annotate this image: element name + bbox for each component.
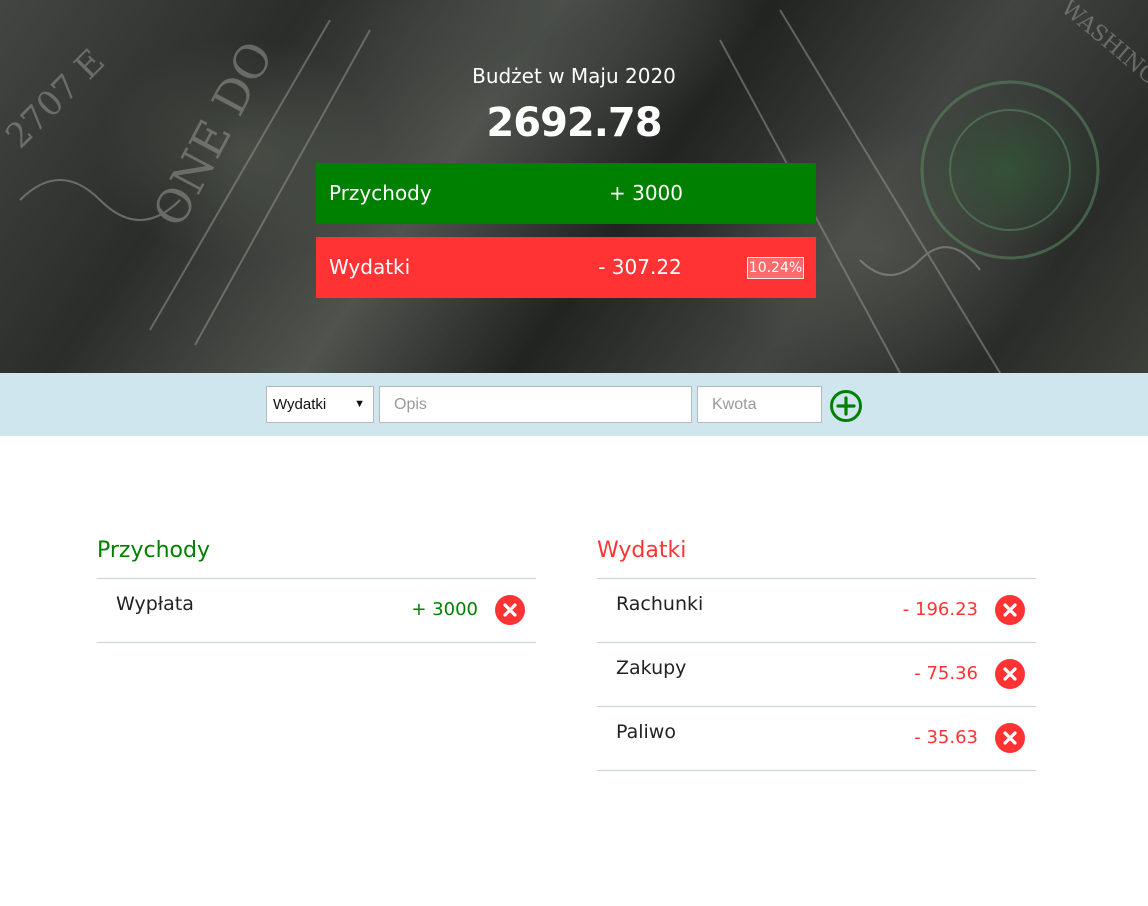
list-item: Wypłata + 3000 (97, 579, 536, 643)
budget-title: Budżet w Maju 2020 (472, 64, 676, 88)
plus-circle-icon[interactable] (829, 389, 863, 423)
expense-percentage-badge: 10.24% (747, 257, 804, 279)
income-summary: Przychody + 3000 (316, 163, 816, 224)
item-description: Rachunki (616, 593, 704, 615)
item-amount: + 3000 (411, 599, 478, 620)
budget-header: ONE DO WASHINGTO 2707 E Budżet w Maju 20… (0, 0, 1148, 373)
delete-icon[interactable] (494, 594, 526, 626)
add-entry-bar: Wydatki ▼ Opis Kwota (0, 373, 1148, 436)
item-amount: - 35.63 (914, 727, 978, 748)
item-description: Wypłata (116, 593, 194, 615)
type-select-value: Wydatki (273, 396, 327, 413)
expense-list: Wydatki Rachunki - 196.23 Zakupy - 75.36… (597, 538, 1036, 771)
dropdown-arrow-icon: ▼ (354, 398, 365, 410)
delete-icon[interactable] (994, 594, 1026, 626)
amount-input[interactable]: Kwota (697, 386, 822, 423)
item-amount: - 75.36 (914, 663, 978, 684)
delete-icon[interactable] (994, 658, 1026, 690)
item-description: Zakupy (616, 657, 687, 679)
income-list: Przychody Wypłata + 3000 (97, 538, 536, 643)
expense-summary-value: - 307.22 (598, 255, 682, 279)
expense-summary: Wydatki - 307.22 10.24% (316, 237, 816, 298)
item-amount: - 196.23 (902, 599, 978, 620)
type-select[interactable]: Wydatki ▼ (266, 386, 374, 423)
income-list-title: Przychody (97, 538, 210, 563)
list-item: Zakupy - 75.36 (597, 643, 1036, 707)
expense-list-title: Wydatki (597, 538, 687, 563)
item-description: Paliwo (616, 721, 676, 743)
income-summary-value: + 3000 (608, 181, 683, 205)
delete-icon[interactable] (994, 722, 1026, 754)
budget-total: 2692.78 (486, 100, 662, 146)
list-item: Paliwo - 35.63 (597, 707, 1036, 771)
list-item: Rachunki - 196.23 (597, 579, 1036, 643)
description-input[interactable]: Opis (379, 386, 692, 423)
